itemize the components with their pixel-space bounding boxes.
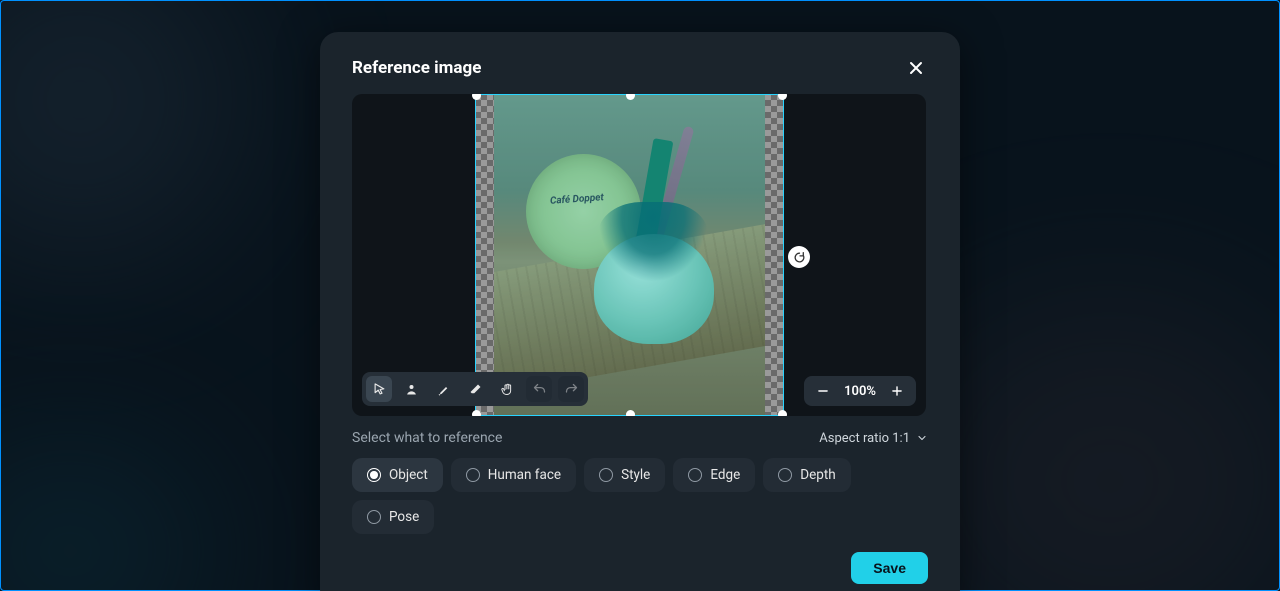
option-depth[interactable]: Depth: [763, 458, 850, 492]
zoom-out-button[interactable]: [814, 382, 832, 400]
hand-tool[interactable]: [494, 376, 520, 402]
option-human-face[interactable]: Human face: [451, 458, 576, 492]
radio-icon: [367, 468, 381, 482]
reference-subheader: Select what to reference: [352, 430, 502, 446]
canvas-toolbar: [362, 372, 588, 406]
transparency-strip-left: [475, 94, 494, 416]
close-button[interactable]: [904, 56, 928, 80]
option-label: Edge: [710, 467, 740, 483]
chevron-down-icon: [916, 432, 928, 444]
option-edge[interactable]: Edge: [673, 458, 755, 492]
transparency-strip-right: [765, 94, 784, 416]
zoom-in-button[interactable]: [888, 382, 906, 400]
redo-button[interactable]: [558, 376, 584, 402]
modal-header: Reference image: [352, 56, 928, 80]
close-icon: [908, 60, 924, 76]
plus-icon: [890, 384, 904, 398]
option-pose[interactable]: Pose: [352, 500, 434, 534]
undo-icon: [532, 382, 547, 397]
pointer-tool[interactable]: [366, 376, 392, 402]
radio-icon: [599, 468, 613, 482]
reference-photo: Café Doppet: [494, 94, 765, 416]
option-object[interactable]: Object: [352, 458, 443, 492]
modal-title: Reference image: [352, 58, 481, 78]
zoom-level: 100%: [844, 384, 876, 399]
option-label: Human face: [488, 467, 561, 483]
aspect-ratio-label: Aspect ratio 1:1: [819, 431, 910, 446]
radio-icon: [367, 510, 381, 524]
subject-tool[interactable]: [398, 376, 424, 402]
undo-button[interactable]: [526, 376, 552, 402]
zoom-controls: 100%: [804, 376, 916, 406]
reference-image-modal: Reference image Café Doppet: [320, 32, 960, 591]
redo-icon: [564, 382, 579, 397]
aspect-ratio-dropdown[interactable]: Aspect ratio 1:1: [819, 431, 928, 446]
rotate-button[interactable]: [788, 246, 810, 268]
eraser-tool[interactable]: [462, 376, 488, 402]
option-label: Pose: [389, 509, 419, 525]
image-canvas[interactable]: Café Doppet: [352, 94, 926, 416]
brush-tool[interactable]: [430, 376, 456, 402]
reference-options: Object Human face Style Edge Depth Pose: [352, 458, 928, 534]
rotate-icon: [793, 251, 806, 264]
save-button[interactable]: Save: [851, 552, 928, 584]
radio-icon: [466, 468, 480, 482]
hand-icon: [500, 382, 515, 397]
eraser-icon: [468, 382, 483, 397]
brush-icon: [436, 382, 451, 397]
person-icon: [404, 382, 419, 397]
pointer-icon: [372, 382, 387, 397]
option-style[interactable]: Style: [584, 458, 665, 492]
selection-mask-overlay: [494, 94, 765, 416]
radio-icon: [778, 468, 792, 482]
minus-icon: [816, 384, 830, 398]
radio-icon: [688, 468, 702, 482]
option-label: Depth: [800, 467, 835, 483]
option-label: Object: [389, 467, 428, 483]
option-label: Style: [621, 467, 650, 483]
